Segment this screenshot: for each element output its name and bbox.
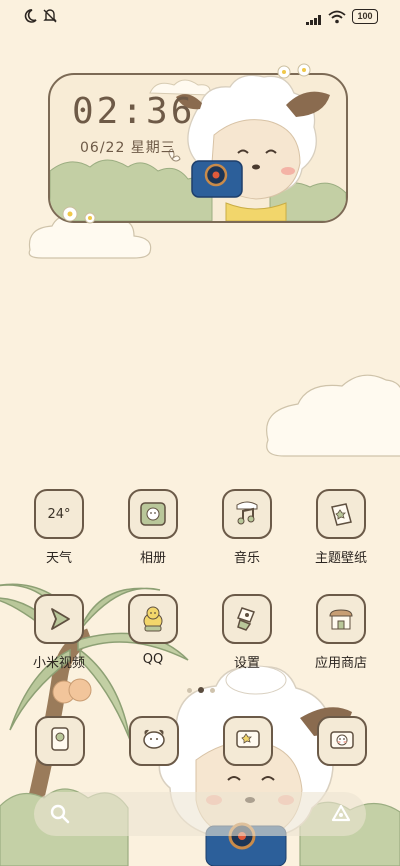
- status-bar: 100: [0, 0, 400, 36]
- weather-temp: 24°: [47, 506, 71, 522]
- search-icon: [50, 804, 70, 828]
- settings-icon: [222, 594, 272, 644]
- dock-camera[interactable]: [317, 716, 367, 766]
- contacts-icon: [139, 724, 169, 758]
- app-qq[interactable]: QQ: [110, 594, 196, 667]
- mute-icon: [42, 8, 58, 28]
- app-label: QQ: [142, 652, 164, 667]
- phone-icon: [45, 724, 75, 758]
- app-music[interactable]: 音乐: [204, 489, 290, 566]
- assistant-icon[interactable]: [330, 804, 352, 828]
- video-icon: [34, 594, 84, 644]
- dock-contacts[interactable]: [129, 716, 179, 766]
- app-settings[interactable]: 设置: [204, 594, 290, 671]
- clock-time: 02:36: [72, 91, 196, 132]
- cloud-right: [266, 374, 400, 457]
- app-label: 主题壁纸: [314, 551, 367, 566]
- gallery-icon: [128, 489, 178, 539]
- page-dot: [187, 687, 192, 693]
- app-label: 设置: [233, 656, 260, 671]
- app-label: 应用商店: [314, 656, 367, 671]
- app-xiaomi-video[interactable]: 小米视频: [16, 594, 102, 671]
- app-store-icon: [316, 594, 366, 644]
- app-label: 相册: [139, 551, 166, 566]
- dock-phone[interactable]: [35, 716, 85, 766]
- music-icon: [222, 489, 272, 539]
- moon-icon: [22, 8, 38, 28]
- weather-icon: 24°: [34, 489, 84, 539]
- wifi-icon: [328, 9, 346, 28]
- signal-icon: [306, 10, 324, 29]
- battery-indicator: 100: [352, 9, 378, 24]
- messages-icon: [233, 724, 263, 758]
- app-themes[interactable]: 主题壁纸: [298, 489, 384, 566]
- flower-decoration: [62, 206, 96, 224]
- app-gallery[interactable]: 相册: [110, 489, 196, 566]
- page-indicator[interactable]: [183, 686, 219, 694]
- app-store[interactable]: 应用商店: [298, 594, 384, 671]
- flower-decoration: [277, 63, 311, 79]
- clock-widget[interactable]: 02:36 06/22 星期三: [48, 73, 348, 223]
- app-label: 小米视频: [32, 656, 85, 671]
- themes-icon: [316, 489, 366, 539]
- app-weather[interactable]: 24° 天气: [16, 489, 102, 566]
- dock-messages[interactable]: [223, 716, 273, 766]
- app-label: 天气: [45, 551, 72, 566]
- clock-date: 06/22 星期三: [80, 140, 176, 156]
- search-bar[interactable]: [34, 792, 366, 836]
- page-dot: [210, 687, 215, 693]
- app-label: 音乐: [233, 551, 260, 566]
- camera-icon: [327, 724, 357, 758]
- qq-icon: [128, 594, 178, 644]
- page-dot-active: [198, 687, 204, 693]
